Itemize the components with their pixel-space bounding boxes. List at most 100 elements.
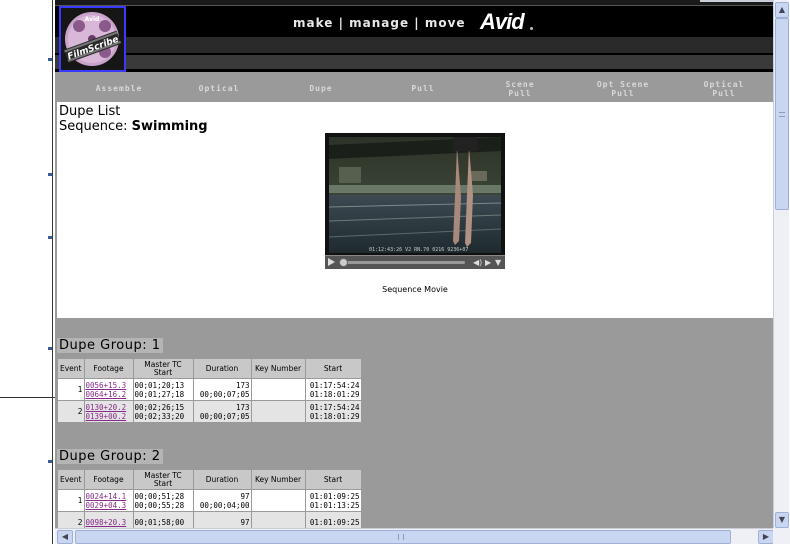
movie-caption: Sequence Movie xyxy=(382,285,448,294)
master-tc-cell: 00;02;26;15 00;02;33;20 xyxy=(132,400,194,423)
col-header-start: Start xyxy=(304,469,362,490)
nav-pull[interactable]: Pull xyxy=(373,84,473,93)
page-title: Dupe List xyxy=(59,104,121,119)
vertical-scroll-thumb[interactable] xyxy=(775,18,789,210)
col-header-start: Start xyxy=(304,358,362,379)
footage-cell: 0056+15.3 0064+16.2 xyxy=(83,378,134,401)
key-number-cell xyxy=(250,489,306,512)
scrollbar-corner xyxy=(773,528,790,544)
scroll-right-icon[interactable]: ▶ xyxy=(758,530,774,544)
scroll-left-icon[interactable]: ◀ xyxy=(57,530,73,544)
master-tc-cell: 00;01;58;00 xyxy=(132,511,194,528)
play-icon[interactable] xyxy=(328,258,335,266)
horizontal-scrollbar[interactable]: ◀ ▶ xyxy=(55,528,774,544)
page-viewport: make | manage | move Avid FilmScribe Avi… xyxy=(55,0,773,528)
gutter-marker xyxy=(48,460,52,463)
avid-logo[interactable]: Avid xyxy=(480,9,525,35)
footage-link[interactable]: 0056+15.3 xyxy=(86,381,132,390)
master-tc-value: 00;01;20;13 xyxy=(134,380,185,390)
volume-icon[interactable]: ◀) xyxy=(473,258,482,268)
event-number: 1 xyxy=(57,489,85,512)
scrub-handle[interactable] xyxy=(339,258,348,267)
footage-link[interactable]: 0064+16.2 xyxy=(86,390,132,399)
start-cell: 01:01:09:25 xyxy=(304,511,362,528)
col-header-event: Event xyxy=(57,358,85,379)
nav-optical-pull-line1: Optical xyxy=(703,80,745,89)
start-value: 01:18:01:29 xyxy=(309,389,360,399)
master-tc-value: 00;02;33;20 xyxy=(134,411,185,421)
filmscribe-logo[interactable]: FilmScribe Avid xyxy=(59,6,126,72)
table-row: 1 0024+14.1 0029+04.3 00;00;51;28 00;00;… xyxy=(57,489,362,512)
scroll-up-icon[interactable]: ▲ xyxy=(775,2,789,18)
master-tc-cell: 00;01;20;13 00;01;27;18 xyxy=(132,378,194,401)
footage-link[interactable]: 0139+00.2 xyxy=(86,412,132,421)
col-header-footage: Footage xyxy=(83,358,134,379)
table-row: 2 0098+20.3 00;01;58;00 97 01:01:09:25 xyxy=(57,511,362,528)
footage-link[interactable]: 0098+20.3 xyxy=(86,518,132,527)
master-tc-value: 00;02;26;15 xyxy=(134,402,185,412)
key-number-cell xyxy=(250,400,306,423)
video-frame[interactable]: 01:12:43:26 V2 RN.70 0216 9236+07 xyxy=(329,137,501,253)
nav-bar: Assemble Optical Dupe Pull Scene Pull Op… xyxy=(55,72,773,102)
master-tc-cell: 00;00;51;28 00;00;55;28 xyxy=(132,489,194,512)
avid-logo-dot xyxy=(530,27,533,30)
start-value: 01:01:09:25 xyxy=(309,518,360,527)
nav-scene-pull-line1: Scene xyxy=(505,80,535,89)
start-value: 01:17:54:24 xyxy=(309,380,360,390)
nav-opt-scene-pull[interactable]: Opt Scene Pull xyxy=(583,80,663,98)
header-tagline: make | manage | move xyxy=(293,16,466,30)
window-edge xyxy=(700,0,773,2)
table-row: 2 0130+20.2 0139+00.2 00;02;26;15 00;02;… xyxy=(57,400,362,423)
vertical-scrollbar[interactable]: ▲ ▼ xyxy=(773,0,789,528)
horizontal-scroll-thumb[interactable] xyxy=(75,530,731,544)
start-cell: 01:01:09:25 01:01:13:25 xyxy=(304,489,362,512)
dupe-group-title: Dupe Group: 1 xyxy=(57,338,163,353)
dupe-table: Event Footage Master TC Start Duration K… xyxy=(57,358,362,423)
duration-cell: 97 xyxy=(192,511,252,528)
fast-forward-icon[interactable]: ▶ xyxy=(485,258,491,268)
scrub-track[interactable] xyxy=(339,261,465,264)
duration-tc: 00;00;07;05 xyxy=(199,389,250,399)
gutter-marker xyxy=(48,173,52,176)
header-top-strip xyxy=(55,0,773,6)
master-tc-value: 00;01;27;18 xyxy=(134,389,185,399)
start-value: 01:18:01:29 xyxy=(309,411,360,421)
nav-dupe[interactable]: Dupe xyxy=(269,84,373,93)
nav-optical-pull[interactable]: Optical Pull xyxy=(689,80,759,98)
nav-scene-pull[interactable]: Scene Pull xyxy=(485,80,555,98)
table-row: 1 0056+15.3 0064+16.2 00;01;20;13 00;01;… xyxy=(57,378,362,401)
start-value: 01:01:09:25 xyxy=(309,491,360,501)
footage-link[interactable]: 0130+20.2 xyxy=(86,403,132,412)
start-value: 01:01:13:25 xyxy=(309,500,360,510)
site-header: make | manage | move Avid FilmScribe Avi… xyxy=(55,0,773,72)
footage-link[interactable]: 0024+14.1 xyxy=(86,492,132,501)
col-header-master-tc: Master TC Start xyxy=(132,358,194,379)
col-header-duration: Duration xyxy=(192,358,252,379)
movie-player[interactable]: 01:12:43:26 V2 RN.70 0216 9236+07 ◀) ▶ ▼ xyxy=(325,133,505,269)
chevron-down-icon[interactable]: ▼ xyxy=(495,258,501,268)
event-number: 2 xyxy=(57,511,85,528)
master-tc-value: 00;01;58;00 xyxy=(134,518,185,527)
duration-cell: 97 00;00;04;00 xyxy=(192,489,252,512)
nav-optical[interactable]: Optical xyxy=(169,84,269,93)
duration-frames: 97 xyxy=(240,491,250,501)
footage-cell: 0130+20.2 0139+00.2 xyxy=(83,400,134,423)
footage-cell: 0098+20.3 xyxy=(83,511,134,528)
col-header-master-tc-line2: Start xyxy=(153,478,173,488)
gutter-border xyxy=(52,0,53,544)
gutter-marker xyxy=(48,58,52,61)
col-header-event: Event xyxy=(57,469,85,490)
event-number: 1 xyxy=(57,378,85,401)
scroll-down-icon[interactable]: ▼ xyxy=(775,512,789,528)
duration-frames: 173 xyxy=(235,380,250,390)
footage-link[interactable]: 0029+04.3 xyxy=(86,501,132,510)
event-number: 2 xyxy=(57,400,85,423)
footage-cell: 0024+14.1 0029+04.3 xyxy=(83,489,134,512)
sequence-name: Swimming xyxy=(131,119,208,134)
start-cell: 01:17:54:24 01:18:01:29 xyxy=(304,400,362,423)
duration-cell: 173 00;00;07;05 xyxy=(192,400,252,423)
nav-assemble[interactable]: Assemble xyxy=(69,84,169,93)
gutter-marker xyxy=(48,347,52,350)
col-header-key-number: Key Number xyxy=(250,469,306,490)
callout-line xyxy=(0,397,60,398)
